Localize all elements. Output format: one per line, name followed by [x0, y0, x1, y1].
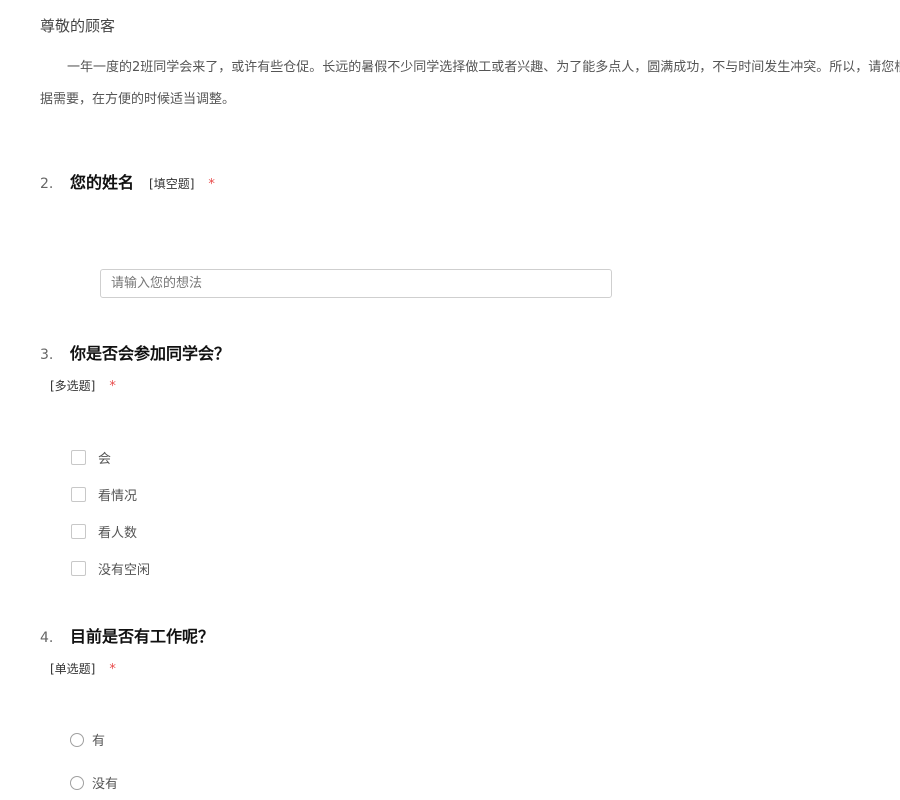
- checkbox-option-meiyoukongxian[interactable]: 没有空闲: [71, 559, 150, 578]
- question-number: 4.: [40, 630, 54, 646]
- question-title: 您的姓名: [70, 173, 135, 192]
- name-text-input[interactable]: [100, 269, 612, 298]
- question-title: 你是否会参加同学会？: [70, 344, 231, 363]
- survey-page: 尊敬的顾客 一年一度的2班同学会来了，或许有些仓促。长远的暑假不少同学选择做工或…: [0, 0, 900, 800]
- radio-option-you[interactable]: 有: [70, 730, 105, 749]
- option-label: 没有: [92, 777, 119, 792]
- checkbox-option-kanqingkuang[interactable]: 看情况: [71, 485, 137, 504]
- option-label: 没有空闲: [98, 563, 151, 578]
- question-type-label: [多选题]: [50, 379, 96, 393]
- radio-button[interactable]: [70, 732, 84, 747]
- question-type-label: [填空题]: [149, 177, 195, 191]
- question-type-label: [单选题]: [50, 662, 96, 676]
- option-label: 会: [98, 452, 112, 467]
- checkbox[interactable]: [71, 561, 86, 576]
- radio-option-meiyou[interactable]: 没有: [70, 773, 118, 792]
- required-asterisk: *: [109, 662, 116, 677]
- question-title: 目前是否有工作呢？: [70, 627, 215, 646]
- required-asterisk: *: [109, 379, 116, 394]
- question-number: 2.: [40, 176, 54, 192]
- checkbox[interactable]: [71, 487, 86, 502]
- checkbox-option-hui[interactable]: 会: [71, 448, 111, 467]
- question-3-type-row: [多选题] *: [50, 377, 116, 394]
- question-2-header: 2. 您的姓名 [填空题] *: [40, 169, 215, 193]
- radio-button[interactable]: [70, 775, 84, 790]
- question-number: 3.: [40, 347, 54, 363]
- question-4-type-row: [单选题] *: [50, 660, 116, 677]
- question-3-header: 3. 你是否会参加同学会？: [40, 340, 230, 364]
- checkbox[interactable]: [71, 450, 86, 465]
- option-label: 看人数: [98, 526, 138, 541]
- checkbox[interactable]: [71, 524, 86, 539]
- greeting-heading: 尊敬的顾客: [40, 17, 116, 35]
- checkbox-option-kanrenshu[interactable]: 看人数: [71, 522, 137, 541]
- question-4-header: 4. 目前是否有工作呢？: [40, 623, 214, 647]
- option-label: 看情况: [98, 489, 138, 504]
- required-asterisk: *: [208, 177, 215, 192]
- option-label: 有: [92, 734, 106, 749]
- intro-paragraph: 一年一度的2班同学会来了，或许有些仓促。长远的暑假不少同学选择做工或者兴趣、为了…: [40, 60, 900, 107]
